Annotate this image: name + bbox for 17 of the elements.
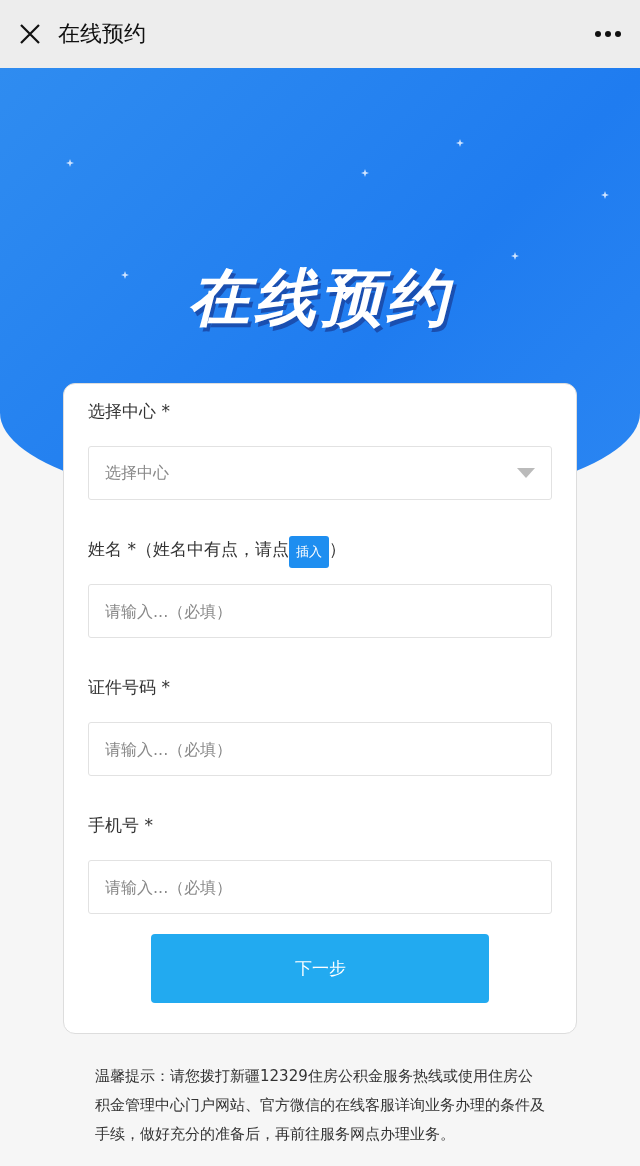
- close-icon[interactable]: [18, 22, 42, 46]
- input-field[interactable]: 请输入...（必填）: [88, 584, 552, 638]
- input-field[interactable]: 请输入...（必填）: [88, 722, 552, 776]
- notice-text: 温馨提示：请您拨打新疆12329住房公积金服务热线或使用住房公积金管理中心门户网站、官方微信的在线客服详询业务办理的条件及手续，做好充分的准备后，再前往服务网点办理业务。: [95, 1066, 545, 1145]
- more-icon[interactable]: [594, 30, 622, 38]
- field-label: 选择中心 *: [88, 399, 170, 423]
- field-label: 手机号 *: [88, 813, 153, 837]
- page-title: 在线预约: [58, 20, 147, 48]
- field-label: ）: [328, 537, 346, 561]
- input-field[interactable]: 请输入...（必填）: [88, 860, 552, 914]
- select-field[interactable]: 选择中心: [88, 446, 552, 500]
- caret-icon: [517, 468, 535, 478]
- insert-button[interactable]: 插入: [288, 536, 329, 568]
- field-label: 证件号码 *: [88, 675, 170, 699]
- field-label: 姓名 *（姓名中有点，请点: [88, 537, 289, 561]
- hero-title: 在线预约: [188, 260, 452, 336]
- next-button[interactable]: 下一步: [151, 934, 489, 1003]
